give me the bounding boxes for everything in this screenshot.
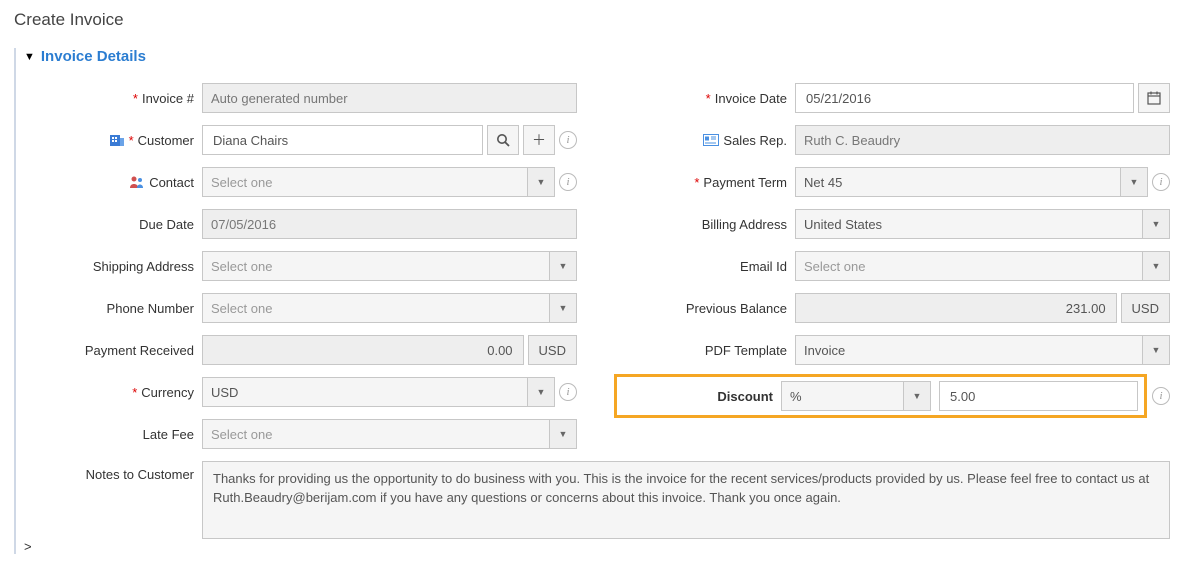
chevron-down-icon: ▼ [903, 381, 931, 411]
currency-info-icon[interactable]: i [559, 383, 577, 401]
discount-value-input[interactable] [939, 381, 1138, 411]
pdf-template-label: PDF Template [617, 343, 787, 358]
payment-term-label: *Payment Term [617, 175, 787, 190]
chevron-down-icon: ▼ [24, 51, 35, 63]
phone-label: Phone Number [24, 301, 194, 316]
chevron-down-icon: ▼ [527, 377, 555, 407]
section-toggle[interactable]: ▼ Invoice Details [24, 48, 1170, 65]
notes-label: Notes to Customer [24, 461, 194, 482]
due-date-field: 07/05/2016 [202, 209, 577, 239]
email-select[interactable]: Select one ▼ [795, 251, 1170, 281]
payment-term-select[interactable]: Net 45 ▼ [795, 167, 1148, 197]
id-card-icon [703, 133, 719, 147]
building-icon [109, 133, 125, 147]
phone-select[interactable]: Select one ▼ [202, 293, 577, 323]
chevron-down-icon: ▼ [1142, 251, 1170, 281]
previous-balance-field [795, 293, 1117, 323]
discount-highlight: Discount % ▼ [614, 374, 1147, 418]
customer-lookup-button[interactable] [487, 125, 519, 155]
customer-add-button[interactable]: ＋ [523, 125, 555, 155]
invoice-details-section: ▼ Invoice Details *Invoice # Auto genera… [14, 48, 1170, 554]
currency-label: *Currency [24, 385, 194, 400]
billing-address-label: Billing Address [617, 217, 787, 232]
payment-term-info-icon[interactable]: i [1152, 173, 1170, 191]
late-fee-select[interactable]: Select one ▼ [202, 419, 577, 449]
late-fee-label: Late Fee [24, 427, 194, 442]
customer-label: *Customer [24, 133, 194, 148]
sales-rep-label: Sales Rep. [617, 133, 787, 148]
invoice-date-input[interactable] [795, 83, 1134, 113]
email-label: Email Id [617, 259, 787, 274]
chevron-down-icon: ▼ [527, 167, 555, 197]
invoice-number-field: Auto generated number [202, 83, 577, 113]
payment-received-label: Payment Received [24, 343, 194, 358]
previous-balance-label: Previous Balance [617, 301, 787, 316]
chevron-down-icon: ▼ [549, 293, 577, 323]
invoice-date-picker-button[interactable] [1138, 83, 1170, 113]
chevron-down-icon: ▼ [549, 251, 577, 281]
due-date-label: Due Date [24, 217, 194, 232]
billing-address-select[interactable]: United States ▼ [795, 209, 1170, 239]
chevron-down-icon: ▼ [1142, 335, 1170, 365]
previous-balance-unit: USD [1121, 293, 1170, 323]
chevron-down-icon: ▼ [1142, 209, 1170, 239]
discount-label: Discount [623, 389, 773, 404]
shipping-address-label: Shipping Address [24, 259, 194, 274]
page-title: Create Invoice [14, 10, 1170, 30]
contact-info-icon[interactable]: i [559, 173, 577, 191]
invoice-date-label: *Invoice Date [617, 91, 787, 106]
payment-received-unit: USD [528, 335, 577, 365]
chevron-down-icon: ▼ [1120, 167, 1148, 197]
shipping-address-select[interactable]: Select one ▼ [202, 251, 577, 281]
currency-select[interactable]: USD ▼ [202, 377, 555, 407]
calendar-icon [1147, 91, 1161, 105]
people-icon [129, 175, 145, 189]
plus-icon: ＋ [532, 130, 546, 150]
pdf-template-select[interactable]: Invoice ▼ [795, 335, 1170, 365]
notes-textarea[interactable] [202, 461, 1170, 539]
invoice-number-label: *Invoice # [24, 91, 194, 106]
search-icon [496, 133, 510, 147]
discount-type-select[interactable]: % ▼ [781, 381, 931, 411]
sales-rep-field: Ruth C. Beaudry [795, 125, 1170, 155]
discount-info-icon[interactable]: i [1152, 387, 1170, 405]
section-title: Invoice Details [41, 48, 146, 65]
customer-input[interactable] [202, 125, 483, 155]
customer-info-icon[interactable]: i [559, 131, 577, 149]
contact-select[interactable]: Select one ▼ [202, 167, 555, 197]
payment-received-field [202, 335, 524, 365]
contact-label: Contact [24, 175, 194, 190]
chevron-down-icon: ▼ [549, 419, 577, 449]
